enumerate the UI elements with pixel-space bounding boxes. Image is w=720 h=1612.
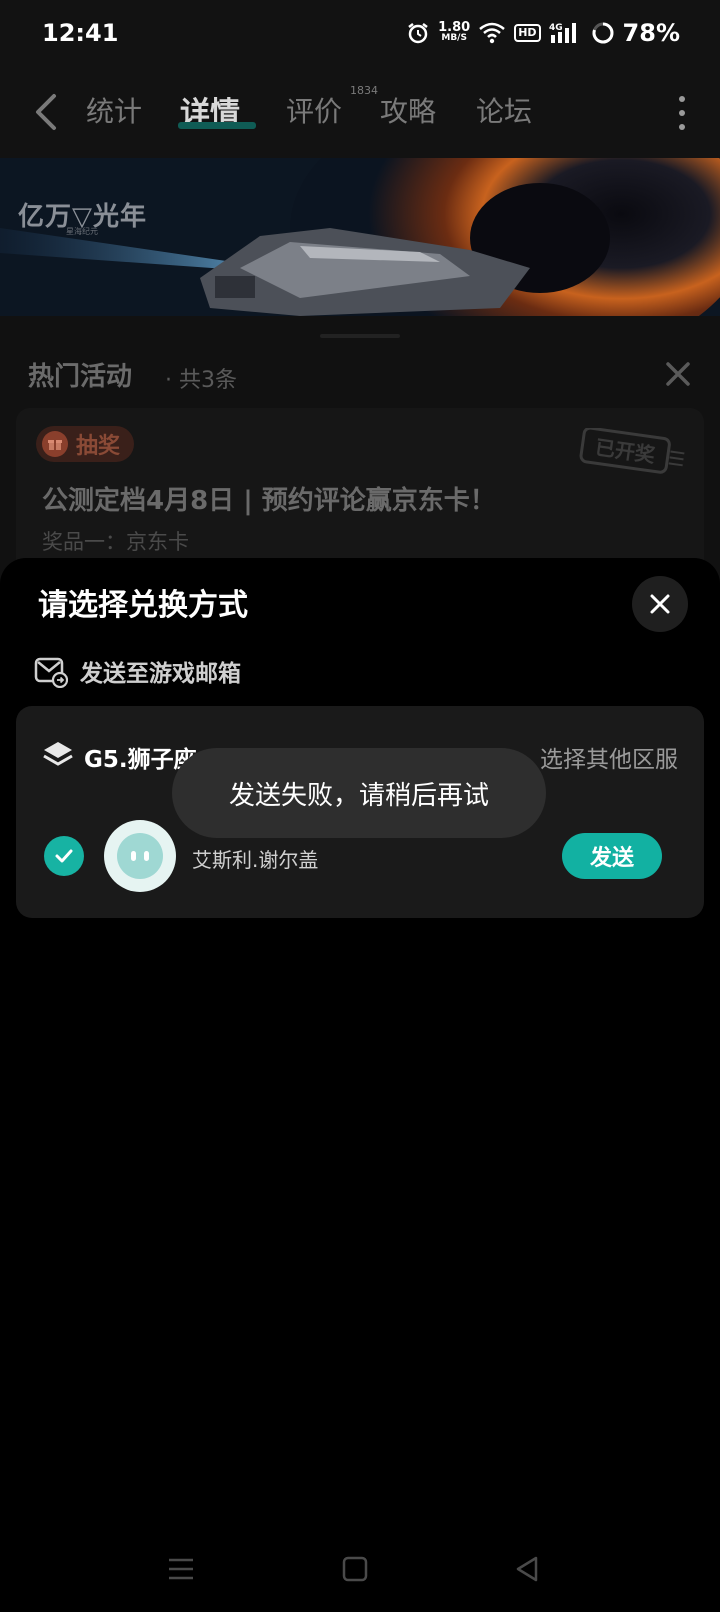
tab-stats[interactable]: 统计 — [86, 90, 142, 130]
home-icon[interactable] — [340, 1554, 370, 1584]
mail-send-icon — [34, 657, 68, 688]
review-count: 1834 — [350, 84, 378, 97]
event-prize: 奖品一：京东卡 — [42, 530, 189, 554]
check-icon — [55, 849, 73, 863]
battery-ring-icon — [592, 22, 614, 44]
sheet-title: 请选择兑换方式 — [38, 588, 248, 623]
banner-artwork — [0, 158, 720, 316]
system-nav-bar — [0, 1540, 720, 1600]
layers-icon — [43, 742, 73, 766]
hot-events-section: 热门活动 · 共3条 抽奖 已开奖 公测定档4月8日 | 预约评论赢京东卡！ 奖… — [0, 316, 720, 608]
tab-guides[interactable]: 攻略 — [380, 90, 436, 130]
net-speed-value: 1.80 — [438, 20, 471, 35]
drawn-stamp: 已开奖 — [579, 428, 685, 474]
stamp-text: 已开奖 — [594, 435, 658, 467]
sheet-close-button[interactable] — [632, 576, 688, 632]
hot-events-title: 热门活动 — [28, 362, 133, 392]
status-time: 12:41 — [42, 19, 119, 47]
drag-handle[interactable] — [320, 334, 400, 338]
top-nav: 统计 详情 评价 1834 攻略 论坛 — [0, 66, 720, 158]
net-speed: 1.80 MB/S — [438, 20, 471, 44]
character-name: 艾斯利.谢尔盖 — [192, 848, 319, 872]
back-nav-icon[interactable] — [512, 1554, 542, 1584]
send-to-mailbox-label: 发送至游戏邮箱 — [80, 661, 241, 687]
hd-badge: HD — [514, 24, 541, 42]
alarm-icon — [408, 23, 428, 44]
character-avatar — [104, 820, 176, 892]
status-icons: 1.80 MB/S HD 4G 78% — [406, 19, 680, 47]
menu-icon[interactable] — [166, 1554, 196, 1584]
active-tab-indicator — [178, 122, 256, 129]
screen: 12:41 1.80 MB/S HD 4G 78% 统计 详情 评价 1834 … — [0, 0, 720, 1612]
lottery-tag: 抽奖 — [36, 426, 135, 462]
redeem-sheet: 请选择兑换方式 发送至游戏邮箱 G5.狮子座 选择其他区服 艾斯利.谢尔盖 发送 — [0, 558, 720, 1612]
more-options-icon[interactable] — [678, 96, 686, 130]
back-icon[interactable] — [30, 92, 66, 132]
signal-icon: 4G — [549, 23, 576, 43]
character-checkbox[interactable] — [44, 836, 84, 876]
send-to-mailbox-option[interactable]: 发送至游戏邮箱 — [34, 654, 241, 688]
banner-logo-subtitle: 星海纪元 — [66, 227, 98, 236]
status-bar: 12:41 1.80 MB/S HD 4G 78% — [0, 0, 720, 66]
select-other-server-link[interactable]: 选择其他区服 — [540, 740, 678, 774]
lottery-label: 抽奖 — [76, 434, 121, 459]
send-button[interactable]: 发送 — [562, 833, 662, 879]
tab-reviews[interactable]: 评价 — [286, 90, 342, 130]
tab-forum[interactable]: 论坛 — [476, 90, 532, 130]
svg-text:4G: 4G — [549, 23, 563, 33]
battery-percent: 78% — [622, 19, 680, 47]
close-icon[interactable] — [664, 360, 692, 388]
error-toast: 发送失败，请稍后再试 — [172, 748, 546, 838]
gift-icon — [42, 431, 68, 457]
wifi-icon — [479, 22, 506, 44]
close-icon — [650, 594, 670, 614]
event-title: 公测定档4月8日 | 预约评论赢京东卡！ — [42, 486, 496, 516]
hot-events-count: · 共3条 — [165, 368, 237, 393]
game-banner[interactable]: 亿万▽光年 星海纪元 — [0, 158, 720, 316]
net-speed-unit: MB/S — [441, 33, 467, 43]
